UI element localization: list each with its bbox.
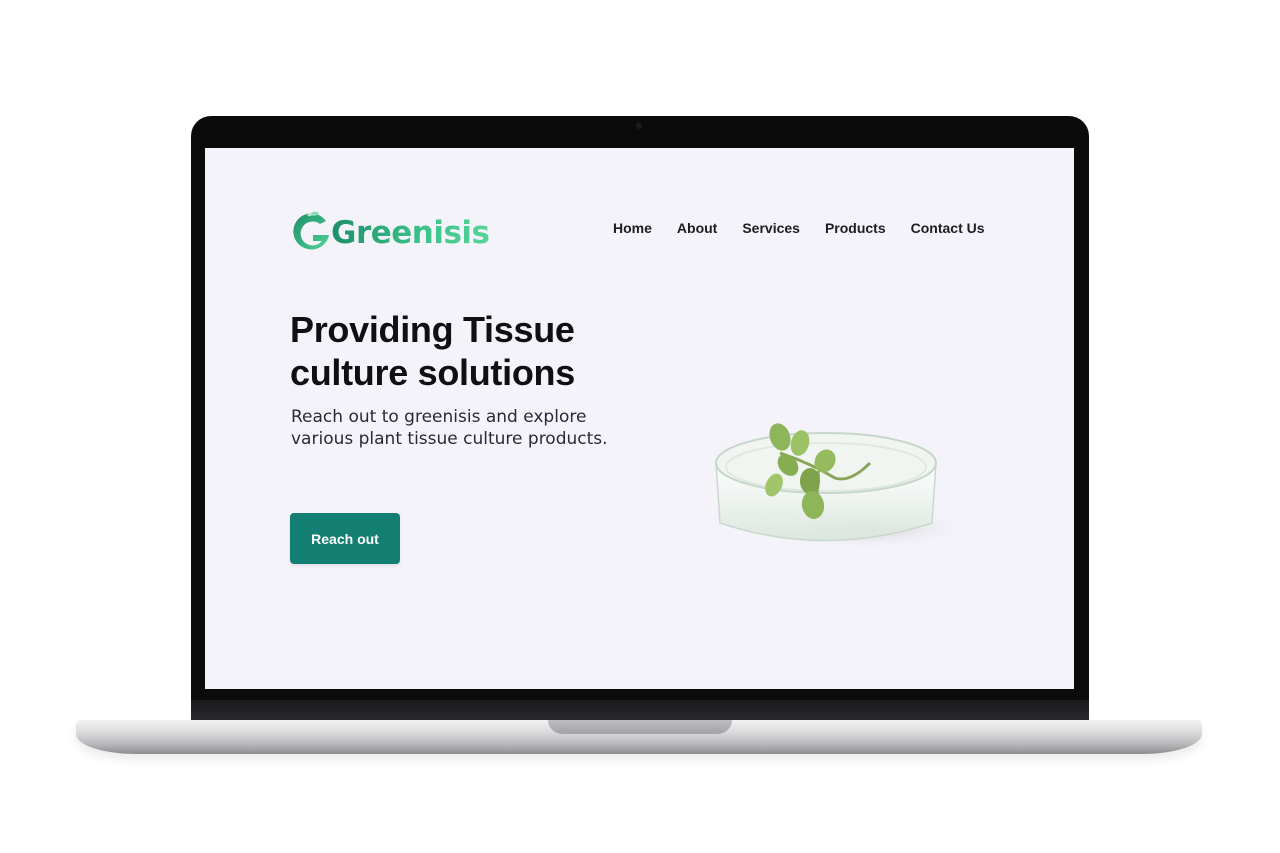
hero-title: Providing Tissue culture solutions <box>290 309 575 393</box>
brand-name: Greenisis <box>331 215 490 251</box>
reach-out-button[interactable]: Reach out <box>290 513 400 564</box>
website-screen: Greenisis Home About Services Products C… <box>205 148 1074 689</box>
laptop-hinge <box>191 700 1089 722</box>
nav-home[interactable]: Home <box>613 220 652 236</box>
nav-products[interactable]: Products <box>825 220 886 236</box>
g-leaf-logo-icon <box>293 211 329 250</box>
brand-logo[interactable]: Greenisis <box>289 204 490 258</box>
nav-contact-us[interactable]: Contact Us <box>911 220 985 236</box>
nav-services[interactable]: Services <box>742 220 800 236</box>
laptop-mockup: Greenisis Home About Services Products C… <box>0 0 1280 853</box>
nav-about[interactable]: About <box>677 220 717 236</box>
camera-icon <box>636 123 642 129</box>
laptop-notch <box>548 720 732 734</box>
main-nav: Home About Services Products Contact Us <box>613 220 1010 236</box>
petri-dish-plant-icon <box>715 423 975 550</box>
hero-subtitle: Reach out to greenisis and explore vario… <box>291 407 608 449</box>
